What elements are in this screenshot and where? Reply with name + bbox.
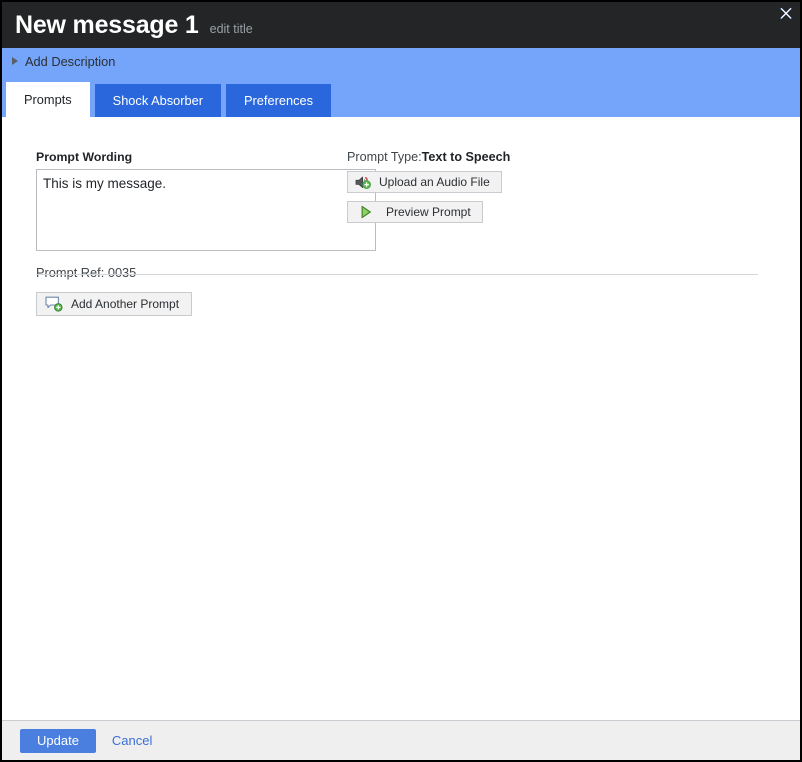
tab-prompts-label: Prompts — [24, 92, 72, 107]
tab-bar: Prompts Shock Absorber Preferences — [6, 82, 331, 117]
dialog-window: New message 1 edit title Add Description… — [0, 0, 802, 762]
title-bar: New message 1 edit title — [2, 2, 800, 48]
add-another-prompt-label: Add Another Prompt — [71, 297, 180, 311]
page-title: New message 1 — [15, 10, 199, 39]
prompt-wording-input[interactable] — [36, 169, 376, 251]
add-description-toggle[interactable]: Add Description — [2, 48, 800, 74]
prompt-form-row: Prompt Wording Prompt Ref: 0035 Prompt T… — [2, 117, 800, 280]
prompt-type-label: Prompt Type: — [347, 150, 422, 164]
tab-shock-absorber-label: Shock Absorber — [112, 93, 203, 108]
prompt-wording-column: Prompt Wording Prompt Ref: 0035 — [2, 150, 376, 280]
add-description-label: Add Description — [25, 53, 116, 69]
preview-prompt-label: Preview Prompt — [386, 205, 471, 219]
prompt-type-value: Text to Speech — [421, 150, 511, 164]
speaker-add-icon — [354, 174, 372, 190]
prompt-ref-text: Prompt Ref: 0035 — [36, 265, 137, 280]
prompt-type-column: Prompt Type:Text to Speech Upload an Aud… — [347, 150, 510, 280]
tab-preferences-label: Preferences — [244, 93, 313, 108]
add-another-prompt-button[interactable]: Add Another Prompt — [36, 292, 193, 316]
edit-title-link[interactable]: edit title — [210, 22, 253, 36]
preview-prompt-button[interactable]: Preview Prompt — [347, 201, 483, 223]
description-and-tabs-bar: Add Description Prompts Shock Absorber P… — [2, 48, 800, 117]
prompt-type-line: Prompt Type:Text to Speech — [347, 150, 510, 164]
prompt-wording-label: Prompt Wording — [36, 150, 133, 164]
close-icon[interactable] — [776, 3, 796, 23]
upload-audio-file-button[interactable]: Upload an Audio File — [347, 171, 502, 193]
tab-panel-prompts: Prompt Wording Prompt Ref: 0035 Prompt T… — [2, 117, 800, 720]
tab-shock-absorber[interactable]: Shock Absorber — [94, 84, 221, 117]
section-divider — [36, 274, 758, 275]
update-button[interactable]: Update — [20, 728, 96, 753]
cancel-link[interactable]: Cancel — [112, 733, 152, 748]
upload-audio-file-label: Upload an Audio File — [379, 175, 490, 189]
add-another-prompt-wrap: Add Another Prompt — [36, 292, 193, 317]
tab-prompts[interactable]: Prompts — [6, 82, 90, 117]
tab-preferences[interactable]: Preferences — [226, 84, 331, 117]
play-icon — [357, 204, 375, 220]
speech-bubble-add-icon — [44, 296, 63, 313]
dialog-footer: Update Cancel — [2, 720, 800, 760]
chevron-right-icon — [12, 57, 18, 65]
